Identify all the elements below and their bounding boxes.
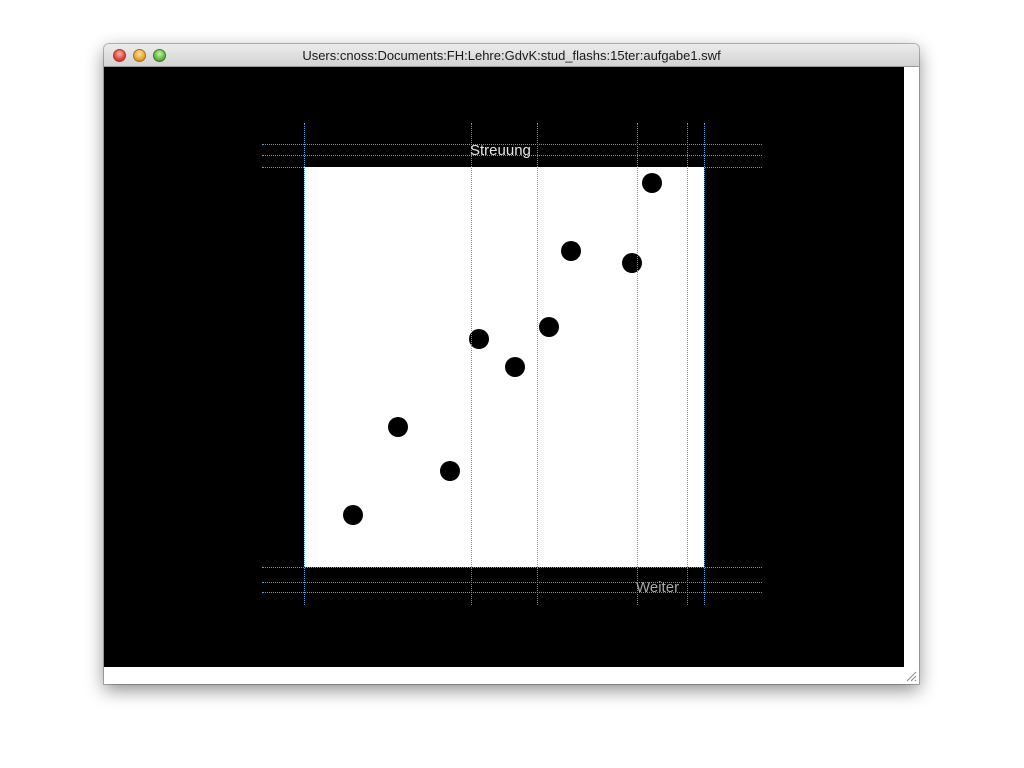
app-window: Users:cnoss:Documents:FH:Lehre:GdvK:stud… [104, 44, 919, 684]
scatter-point [539, 317, 559, 337]
scatter-point [440, 461, 460, 481]
horizontal-scroll-area [104, 667, 919, 684]
scatter-point [642, 173, 662, 193]
vertical-scroll-area [904, 67, 919, 667]
scatter-point [505, 357, 525, 377]
guide-line [687, 123, 688, 605]
scatter-point [469, 329, 489, 349]
scatter-point [561, 241, 581, 261]
guide-line [704, 123, 705, 605]
flash-stage[interactable]: Streuung Weiter [104, 67, 904, 667]
window-title: Users:cnoss:Documents:FH:Lehre:GdvK:stud… [302, 48, 721, 63]
scatter-point [388, 417, 408, 437]
scatter-point [622, 253, 642, 273]
chart-title: Streuung [470, 142, 531, 159]
guide-line [471, 123, 472, 605]
guide-line [537, 123, 538, 605]
scatter-point [343, 505, 363, 525]
resize-grip-icon[interactable] [905, 670, 917, 682]
guide-line [637, 123, 638, 605]
guide-line [304, 123, 305, 605]
scatter-plot-area [304, 167, 704, 567]
title-bar[interactable]: Users:cnoss:Documents:FH:Lehre:GdvK:stud… [104, 44, 919, 67]
next-button[interactable]: Weiter [636, 579, 679, 596]
